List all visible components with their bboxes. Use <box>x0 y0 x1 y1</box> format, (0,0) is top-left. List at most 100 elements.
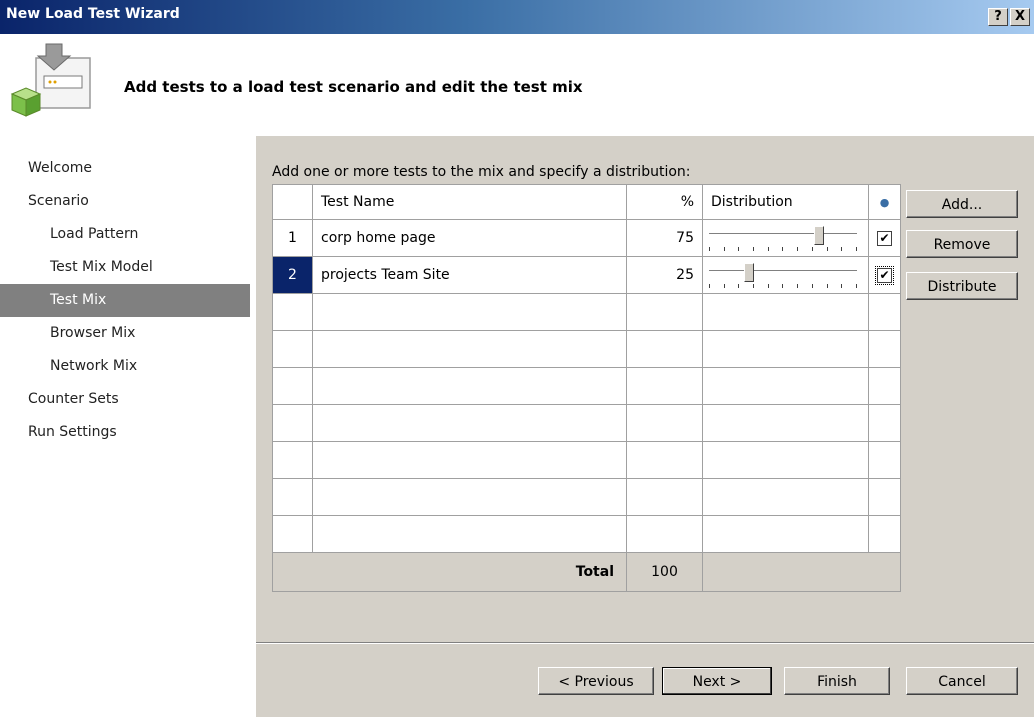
wizard-nav: Welcome Scenario Load Pattern Test Mix M… <box>0 152 250 449</box>
nav-item-welcome[interactable]: Welcome <box>0 152 250 185</box>
empty-cell[interactable] <box>626 330 703 368</box>
test-mix-table: Test Name % Distribution ● 1 corp home pa… <box>272 184 901 592</box>
distribution-cell <box>702 256 869 294</box>
empty-cell[interactable] <box>312 441 627 479</box>
distribution-slider[interactable] <box>709 262 857 288</box>
empty-row[interactable] <box>272 404 901 442</box>
empty-cell[interactable] <box>702 441 869 479</box>
empty-cell[interactable] <box>272 478 313 516</box>
empty-cell[interactable] <box>868 441 901 479</box>
slider-thumb[interactable] <box>744 263 754 282</box>
empty-cell[interactable] <box>626 441 703 479</box>
empty-cell[interactable] <box>868 478 901 516</box>
title-bar: New Load Test Wizard ? X <box>0 0 1034 34</box>
next-button[interactable]: Next > <box>662 667 772 695</box>
empty-cell[interactable] <box>702 515 869 553</box>
total-row: Total 100 <box>272 552 901 592</box>
nav-item-test-mix-model[interactable]: Test Mix Model <box>0 251 250 284</box>
empty-cell[interactable] <box>312 367 627 405</box>
nav-item-run-settings[interactable]: Run Settings <box>0 416 250 449</box>
test-name-cell[interactable]: corp home page <box>312 219 627 257</box>
nav-item-scenario[interactable]: Scenario <box>0 185 250 218</box>
wizard-heading: Add tests to a load test scenario and ed… <box>124 78 583 96</box>
empty-cell[interactable] <box>272 367 313 405</box>
empty-cell[interactable] <box>868 293 901 331</box>
slider-track <box>709 270 857 274</box>
total-value: 100 <box>626 552 703 592</box>
empty-cell[interactable] <box>702 293 869 331</box>
empty-cell[interactable] <box>868 367 901 405</box>
slider-track <box>709 233 857 237</box>
empty-cell[interactable] <box>272 330 313 368</box>
empty-row[interactable] <box>272 293 901 331</box>
table-row[interactable]: 2 projects Team Site 25 ✔ <box>272 256 901 294</box>
empty-cell[interactable] <box>702 330 869 368</box>
empty-cell[interactable] <box>312 330 627 368</box>
help-button[interactable]: ? <box>988 8 1008 26</box>
empty-cell[interactable] <box>626 404 703 442</box>
nav-item-network-mix[interactable]: Network Mix <box>0 350 250 383</box>
empty-row[interactable] <box>272 515 901 553</box>
total-label: Total <box>272 552 627 592</box>
empty-cell[interactable] <box>272 515 313 553</box>
empty-cell[interactable] <box>312 478 627 516</box>
nav-item-counter-sets[interactable]: Counter Sets <box>0 383 250 416</box>
table-row[interactable]: 1 corp home page 75 ✔ <box>272 219 901 257</box>
empty-cell[interactable] <box>272 441 313 479</box>
finish-button[interactable]: Finish <box>784 667 890 695</box>
empty-cell[interactable] <box>702 404 869 442</box>
close-button[interactable]: X <box>1010 8 1030 26</box>
column-header-icon: ● <box>868 184 901 220</box>
add-button[interactable]: Add... <box>906 190 1018 218</box>
cancel-button[interactable]: Cancel <box>906 667 1018 695</box>
enabled-checkbox[interactable]: ✔ <box>875 266 894 285</box>
slider-ticks <box>709 247 857 251</box>
nav-item-browser-mix[interactable]: Browser Mix <box>0 317 250 350</box>
slider-thumb[interactable] <box>814 226 824 245</box>
distribution-slider[interactable] <box>709 225 857 251</box>
window-title: New Load Test Wizard <box>6 6 180 22</box>
empty-cell[interactable] <box>312 404 627 442</box>
wizard-header: Add tests to a load test scenario and ed… <box>0 34 1034 136</box>
table-header-row: Test Name % Distribution ● <box>272 184 901 220</box>
nav-item-test-mix[interactable]: Test Mix <box>0 284 250 317</box>
empty-cell[interactable] <box>868 404 901 442</box>
empty-cell[interactable] <box>272 293 313 331</box>
wizard-content: Add one or more tests to the mix and spe… <box>256 136 1034 717</box>
test-name-cell[interactable]: projects Team Site <box>312 256 627 294</box>
remove-button[interactable]: Remove <box>906 230 1018 258</box>
empty-cell[interactable] <box>626 293 703 331</box>
empty-row[interactable] <box>272 478 901 516</box>
footer-separator <box>256 642 1034 644</box>
row-number[interactable]: 2 <box>272 256 313 294</box>
nav-item-load-pattern[interactable]: Load Pattern <box>0 218 250 251</box>
percent-cell[interactable]: 75 <box>626 219 703 257</box>
empty-cell[interactable] <box>868 515 901 553</box>
empty-row[interactable] <box>272 367 901 405</box>
column-header-rownum <box>272 184 313 220</box>
empty-cell[interactable] <box>626 515 703 553</box>
lock-icon: ● <box>879 196 890 209</box>
enabled-checkbox[interactable]: ✔ <box>877 231 892 246</box>
empty-cell[interactable] <box>702 478 869 516</box>
row-number[interactable]: 1 <box>272 219 313 257</box>
distribute-button[interactable]: Distribute <box>906 272 1018 300</box>
empty-cell[interactable] <box>626 478 703 516</box>
previous-button[interactable]: < Previous <box>538 667 654 695</box>
total-filler <box>702 552 901 592</box>
percent-cell[interactable]: 25 <box>626 256 703 294</box>
empty-row[interactable] <box>272 441 901 479</box>
column-header-test-name[interactable]: Test Name <box>312 184 627 220</box>
empty-row[interactable] <box>272 330 901 368</box>
empty-cell[interactable] <box>626 367 703 405</box>
distribution-cell <box>702 219 869 257</box>
slider-ticks <box>709 284 857 288</box>
empty-cell[interactable] <box>272 404 313 442</box>
empty-cell[interactable] <box>868 330 901 368</box>
column-header-percent[interactable]: % <box>626 184 703 220</box>
load-test-wizard-icon <box>10 43 91 117</box>
empty-cell[interactable] <box>312 293 627 331</box>
empty-cell[interactable] <box>312 515 627 553</box>
column-header-distribution[interactable]: Distribution <box>702 184 869 220</box>
empty-cell[interactable] <box>702 367 869 405</box>
